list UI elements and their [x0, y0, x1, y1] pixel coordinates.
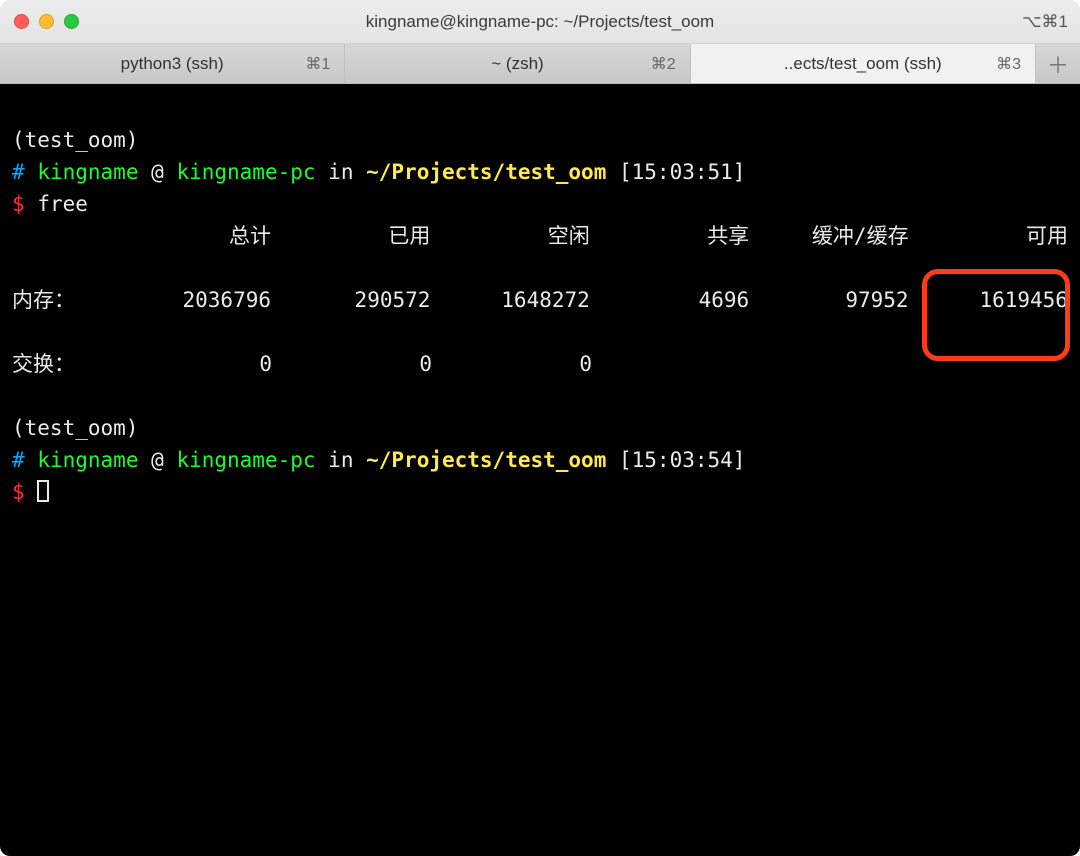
tab-shortcut: ⌘1: [305, 54, 330, 74]
window-title: kingname@kingname-pc: ~/Projects/test_oo…: [0, 12, 1080, 32]
prompt-user: kingname: [37, 448, 138, 472]
free-swap-free: 0: [432, 348, 592, 380]
command-free: free: [37, 192, 88, 216]
free-mem-free: 1648272: [430, 284, 589, 316]
cursor-icon: [37, 480, 49, 502]
free-header-buff: 缓冲/缓存: [749, 220, 908, 252]
free-swap-label: 交换：: [12, 348, 112, 380]
prompt-at: @: [151, 160, 164, 184]
free-mem-row: 内存：203679629057216482724696979521619456: [12, 284, 1068, 316]
prompt-hash: #: [12, 448, 25, 472]
prompt-in: in: [328, 160, 353, 184]
free-mem-shared: 4696: [590, 284, 749, 316]
prompt-sigil: $: [12, 480, 25, 504]
titlebar: kingname@kingname-pc: ~/Projects/test_oo…: [0, 0, 1080, 44]
tab-zsh[interactable]: ~ (zsh) ⌘2: [345, 44, 690, 83]
tab-label: python3 (ssh): [121, 54, 224, 74]
prompt-in: in: [328, 448, 353, 472]
free-header-blank: [12, 220, 112, 252]
free-header-avail: 可用: [909, 220, 1068, 252]
tab-shortcut: ⌘3: [996, 54, 1021, 74]
prompt-sigil: $: [12, 192, 25, 216]
prompt-path: ~/Projects/test_oom: [366, 448, 606, 472]
free-mem-used: 290572: [271, 284, 430, 316]
tab-label: ~ (zsh): [491, 54, 543, 74]
free-swap-used: 0: [272, 348, 432, 380]
venv-label: (test_oom): [12, 128, 138, 152]
free-mem-label: 内存：: [12, 284, 112, 316]
plus-icon: ＋: [1047, 48, 1069, 80]
free-mem-buff: 97952: [749, 284, 908, 316]
tab-shortcut: ⌘2: [651, 54, 676, 74]
venv-label: (test_oom): [12, 416, 138, 440]
prompt-user: kingname: [37, 160, 138, 184]
free-header-used: 已用: [271, 220, 430, 252]
free-header-total: 总计: [112, 220, 271, 252]
terminal-body[interactable]: (test_oom) # kingname @ kingname-pc in ~…: [0, 84, 1080, 856]
tab-test-oom[interactable]: ..ects/test_oom (ssh) ⌘3: [691, 44, 1036, 83]
free-mem-avail: 1619456: [909, 284, 1068, 316]
prompt-time: [15:03:54]: [619, 448, 745, 472]
prompt-path: ~/Projects/test_oom: [366, 160, 606, 184]
free-header-shared: 共享: [590, 220, 749, 252]
free-header-row: 总计已用空闲共享缓冲/缓存可用: [12, 220, 1068, 252]
new-tab-button[interactable]: ＋: [1036, 44, 1080, 83]
tab-label: ..ects/test_oom (ssh): [784, 54, 942, 74]
tab-bar: python3 (ssh) ⌘1 ~ (zsh) ⌘2 ..ects/test_…: [0, 44, 1080, 84]
prompt-time: [15:03:51]: [619, 160, 745, 184]
prompt-at: @: [151, 448, 164, 472]
window-shortcut: ⌥⌘1: [1022, 12, 1068, 32]
prompt-hash: #: [12, 160, 25, 184]
tab-python3[interactable]: python3 (ssh) ⌘1: [0, 44, 345, 83]
free-swap-total: 0: [112, 348, 272, 380]
free-header-free: 空闲: [430, 220, 589, 252]
prompt-host: kingname-pc: [176, 160, 315, 184]
terminal-window: kingname@kingname-pc: ~/Projects/test_oo…: [0, 0, 1080, 856]
prompt-host: kingname-pc: [176, 448, 315, 472]
free-swap-row: 交换：000: [12, 348, 1068, 380]
free-mem-total: 2036796: [112, 284, 271, 316]
